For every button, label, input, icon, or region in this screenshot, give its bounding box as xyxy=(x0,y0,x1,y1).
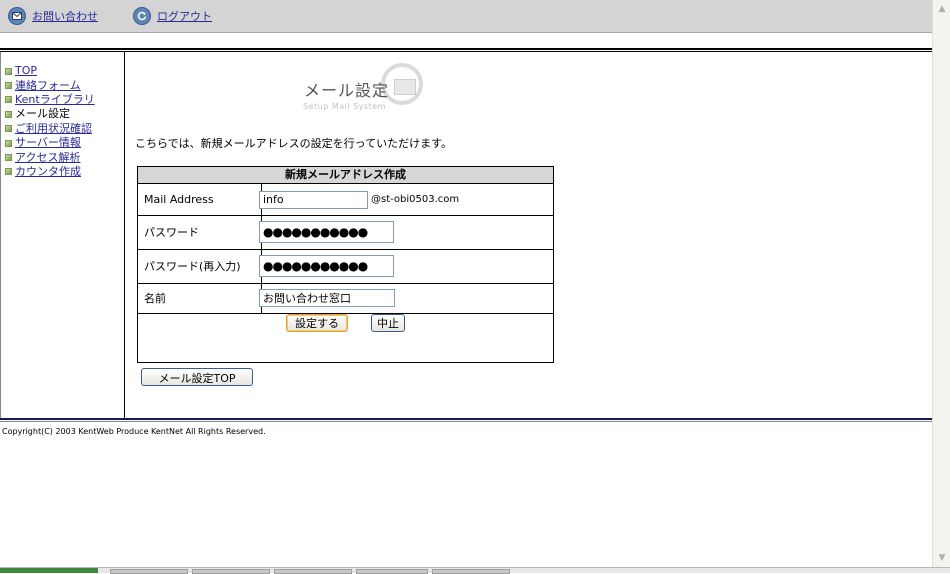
bullet-icon xyxy=(5,96,12,104)
mail-address-row: Mail Address @st-obi0503.com xyxy=(138,184,553,216)
sidebar-item-kent-library[interactable]: Kentライブラリ xyxy=(5,93,124,107)
mail-icon xyxy=(8,7,26,25)
password-label: パスワード xyxy=(138,215,262,249)
start-button[interactable] xyxy=(0,568,98,573)
logout-link-label[interactable]: ログアウト xyxy=(157,8,212,24)
name-row: 名前 xyxy=(138,283,553,314)
password-row: パスワード xyxy=(138,215,553,250)
sidebar-item-label-current: メール設定 xyxy=(15,107,70,121)
vertical-scrollbar[interactable]: ▲ ▼ xyxy=(932,0,950,567)
intro-text: こちらでは、新規メールアドレスの設定を行っていただけます。 xyxy=(135,137,453,150)
page-title: メール設定 xyxy=(304,81,390,100)
bullet-icon xyxy=(5,110,12,118)
scroll-up-icon[interactable]: ▲ xyxy=(935,2,949,16)
logout-link[interactable]: ログアウト xyxy=(133,7,212,25)
sidebar-item-counter[interactable]: カウンタ作成 xyxy=(5,165,124,179)
page-subtitle: Setup Mail System xyxy=(303,102,386,111)
password-field-wrap xyxy=(259,215,394,249)
sidebar-item-server-info[interactable]: サーバー情報 xyxy=(5,136,124,150)
password-confirm-label: パスワード(再入力) xyxy=(138,249,262,283)
password-input[interactable] xyxy=(259,221,394,243)
contact-link[interactable]: お問い合わせ xyxy=(8,7,98,25)
footer-divider-thin xyxy=(0,421,932,422)
form-heading: 新規メールアドレス作成 xyxy=(138,167,553,184)
bullet-icon xyxy=(5,125,12,133)
sidebar-item-access-analysis[interactable]: アクセス解析 xyxy=(5,150,124,164)
sidebar-item-mail-settings: メール設定 xyxy=(5,107,124,121)
footer-divider xyxy=(0,418,932,420)
bullet-icon xyxy=(5,82,12,90)
copyright-text: Copyright(C) 2003 KentWeb Produce KentNe… xyxy=(2,427,266,436)
form-buttons: 設定する 中止 xyxy=(138,314,553,332)
mail-settings-top-button[interactable]: メール設定TOP xyxy=(141,368,253,386)
sidebar-item-usage-status[interactable]: ご利用状況確認 xyxy=(5,122,124,136)
logout-icon xyxy=(133,7,151,25)
sidebar-item-label[interactable]: ご利用状況確認 xyxy=(15,122,92,136)
cancel-button[interactable]: 中止 xyxy=(371,314,405,332)
mail-address-field-wrap: @st-obi0503.com xyxy=(259,184,459,215)
sidebar-nav: TOP 連絡フォーム Kentライブラリ メール設定 ご利用状況確認 サーバー情… xyxy=(1,52,124,179)
taskbar xyxy=(0,567,950,574)
mail-domain: @st-obi0503.com xyxy=(371,194,460,205)
page-title-logo: メール設定 Setup Mail System xyxy=(295,60,435,116)
name-field-wrap xyxy=(259,283,395,313)
sidebar: TOP 連絡フォーム Kentライブラリ メール設定 ご利用状況確認 サーバー情… xyxy=(0,52,125,418)
mail-address-label: Mail Address xyxy=(138,184,262,215)
sidebar-item-top[interactable]: TOP xyxy=(5,64,124,78)
new-mail-form: 新規メールアドレス作成 Mail Address @st-obi0503.com… xyxy=(137,166,554,363)
sidebar-item-label[interactable]: サーバー情報 xyxy=(15,136,81,150)
sidebar-item-label[interactable]: TOP xyxy=(15,64,37,78)
name-input[interactable] xyxy=(259,289,395,307)
sidebar-item-label[interactable]: アクセス解析 xyxy=(15,151,80,165)
password-confirm-input[interactable] xyxy=(259,255,394,277)
sidebar-item-label[interactable]: Kentライブラリ xyxy=(15,93,95,107)
top-toolbar: お問い合わせ ログアウト xyxy=(0,0,932,33)
scroll-down-icon[interactable]: ▼ xyxy=(935,551,949,565)
password-confirm-field-wrap xyxy=(259,249,394,283)
envelope-icon xyxy=(394,79,416,95)
name-label: 名前 xyxy=(138,283,262,313)
mail-address-input[interactable] xyxy=(259,190,368,209)
header-divider xyxy=(0,48,932,50)
contact-link-label[interactable]: お問い合わせ xyxy=(32,8,98,24)
sidebar-item-label[interactable]: カウンタ作成 xyxy=(15,165,81,179)
header-divider-thin xyxy=(0,51,932,52)
submit-button[interactable]: 設定する xyxy=(286,314,348,332)
bullet-icon xyxy=(5,154,12,162)
sidebar-item-label[interactable]: 連絡フォーム xyxy=(15,79,81,93)
bullet-icon xyxy=(5,139,12,147)
bullet-icon xyxy=(5,67,12,75)
bullet-icon xyxy=(5,168,12,176)
password-confirm-row: パスワード(再入力) xyxy=(138,249,553,284)
sidebar-item-contact-form[interactable]: 連絡フォーム xyxy=(5,78,124,92)
